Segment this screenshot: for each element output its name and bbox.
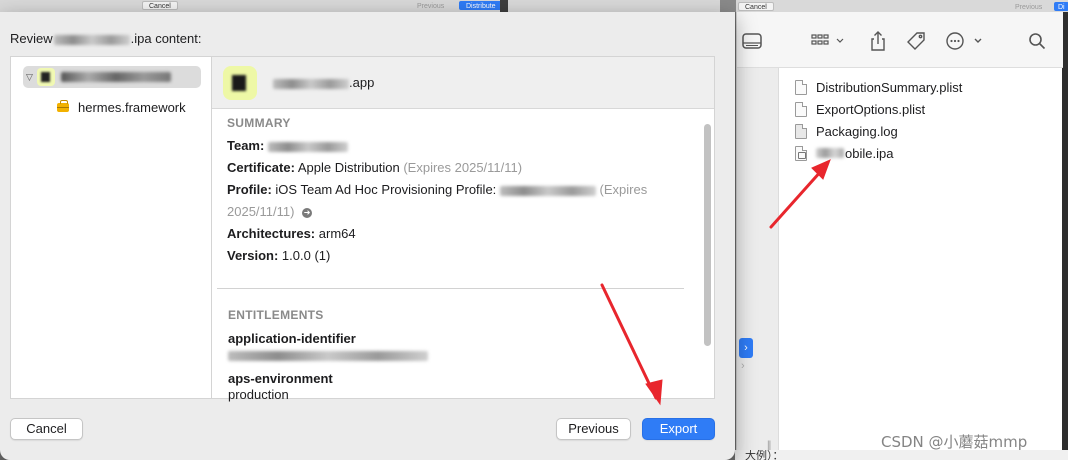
app-icon bbox=[36, 68, 55, 86]
dialog-title-prefix: Review bbox=[10, 31, 53, 46]
redacted-text bbox=[228, 350, 428, 361]
certificate-value: Apple Distribution bbox=[297, 160, 400, 175]
app-header: .app bbox=[212, 57, 714, 109]
column-arrow-button[interactable]: › bbox=[739, 338, 753, 358]
profile-row: Profile: iOS Team Ad Hoc Provisioning Pr… bbox=[227, 179, 687, 201]
column-resize-handle[interactable]: || bbox=[767, 440, 771, 451]
background-block bbox=[500, 0, 508, 12]
entitlement-key: application-identifier bbox=[228, 331, 356, 346]
architectures-row: Architectures: arm64 bbox=[227, 223, 687, 245]
background-cancel-button: Cancel bbox=[142, 1, 178, 10]
file-item-ipa[interactable]: obile.ipa bbox=[795, 142, 962, 164]
entitlements-section: ENTITLEMENTS application-identifier aps-… bbox=[228, 308, 688, 403]
profile-expiry-end: 2025/11/11) bbox=[227, 204, 295, 219]
file-item-distribution-summary[interactable]: DistributionSummary.plist bbox=[795, 76, 962, 98]
reveal-arrow-icon[interactable]: ➜ bbox=[302, 207, 313, 218]
finder-column-area: › › || bbox=[737, 68, 779, 451]
disclosure-triangle-icon[interactable]: ▽ bbox=[26, 72, 33, 83]
certificate-row: Certificate: Apple Distribution (Expires… bbox=[227, 157, 687, 179]
summary-section: SUMMARY Team: Certificate: Apple Distrib… bbox=[227, 115, 687, 267]
redacted-text bbox=[60, 72, 171, 82]
redacted-text bbox=[53, 34, 130, 45]
background-block bbox=[720, 0, 736, 12]
file-name: Packaging.log bbox=[816, 123, 898, 139]
plist-file-icon bbox=[795, 79, 807, 95]
background-distribute-button: Distribute bbox=[459, 1, 503, 10]
entitlement-key: aps-environment bbox=[228, 371, 333, 386]
content-tree-panel: ▽ hermes.framework bbox=[10, 56, 211, 399]
previous-button[interactable]: Previous bbox=[556, 418, 631, 440]
sidebar-toggle-icon[interactable] bbox=[741, 30, 763, 52]
file-item-export-options[interactable]: ExportOptions.plist bbox=[795, 98, 962, 120]
app-name-suffix: .app bbox=[349, 75, 375, 90]
redacted-text bbox=[273, 78, 349, 89]
app-name: .app bbox=[273, 75, 374, 90]
architectures-value: arm64 bbox=[318, 226, 356, 241]
tree-item-hermes-framework[interactable]: hermes.framework bbox=[57, 100, 186, 115]
entitlements-heading: ENTITLEMENTS bbox=[228, 308, 324, 322]
profile-label: Profile: bbox=[227, 182, 272, 197]
background-right-edge bbox=[1062, 12, 1068, 460]
version-label: Version: bbox=[227, 248, 279, 263]
team-label: Team: bbox=[227, 138, 265, 153]
more-actions-icon[interactable] bbox=[945, 30, 985, 52]
profile-row-continued: 2025/11/11) ➜ bbox=[227, 201, 687, 223]
log-file-icon bbox=[795, 123, 807, 139]
redacted-text bbox=[499, 185, 596, 196]
background-previous-button-2: Previous bbox=[1015, 4, 1043, 11]
file-item-packaging-log[interactable]: Packaging.log bbox=[795, 120, 962, 142]
ipa-file-icon bbox=[795, 145, 807, 161]
background-previous-button: Previous bbox=[417, 3, 445, 10]
entitlement-value: production bbox=[228, 387, 289, 402]
dialog-title-suffix: .ipa content: bbox=[130, 31, 202, 46]
finder-window: › › || DistributionSummary.plist ExportO… bbox=[736, 12, 1063, 451]
redacted-text bbox=[816, 148, 844, 158]
architectures-label: Architectures: bbox=[227, 226, 316, 241]
search-icon[interactable] bbox=[1026, 30, 1048, 52]
version-value: 1.0.0 (1) bbox=[281, 248, 331, 263]
chevron-right-icon: › bbox=[741, 360, 745, 372]
cancel-button[interactable]: Cancel bbox=[10, 418, 83, 440]
version-row: Version: 1.0.0 (1) bbox=[227, 245, 687, 267]
tree-item-label: hermes.framework bbox=[78, 100, 186, 115]
entitlement-value bbox=[228, 347, 688, 363]
redacted-text bbox=[267, 141, 348, 152]
view-options-icon[interactable] bbox=[811, 30, 847, 52]
file-name: ExportOptions.plist bbox=[816, 101, 926, 117]
watermark-text: CSDN @小蘑菇mmp bbox=[881, 433, 1028, 451]
profile-expiry: (Expires bbox=[599, 182, 648, 197]
profile-value: iOS Team Ad Hoc Provisioning Profile: bbox=[275, 182, 497, 197]
certificate-label: Certificate: bbox=[227, 160, 295, 175]
share-icon[interactable] bbox=[867, 30, 889, 52]
finder-file-list: DistributionSummary.plist ExportOptions.… bbox=[795, 76, 962, 164]
plist-file-icon bbox=[795, 101, 807, 117]
export-button[interactable]: Export bbox=[642, 418, 715, 440]
finder-toolbar bbox=[737, 12, 1063, 68]
team-row: Team: bbox=[227, 135, 687, 157]
review-ipa-dialog: Review .ipa content: ▽ hermes.framework .… bbox=[0, 12, 735, 460]
tree-item-app[interactable]: ▽ bbox=[23, 66, 201, 88]
summary-heading: SUMMARY bbox=[227, 116, 291, 130]
app-icon bbox=[223, 65, 257, 100]
details-panel: .app SUMMARY Team: Certificate: Apple Di… bbox=[211, 56, 715, 402]
file-name: obile.ipa bbox=[845, 145, 894, 161]
details-scrollbar-thumb[interactable] bbox=[704, 124, 711, 346]
background-distribute-button-2: Di bbox=[1054, 2, 1068, 11]
section-divider bbox=[217, 288, 684, 289]
dialog-title: Review .ipa content: bbox=[10, 31, 201, 46]
framework-toolbox-icon bbox=[57, 100, 69, 112]
certificate-expiry: (Expires 2025/11/11) bbox=[403, 160, 523, 175]
file-name: DistributionSummary.plist bbox=[816, 79, 963, 95]
background-cancel-button-2: Cancel bbox=[738, 2, 774, 11]
tag-icon[interactable] bbox=[905, 30, 927, 52]
